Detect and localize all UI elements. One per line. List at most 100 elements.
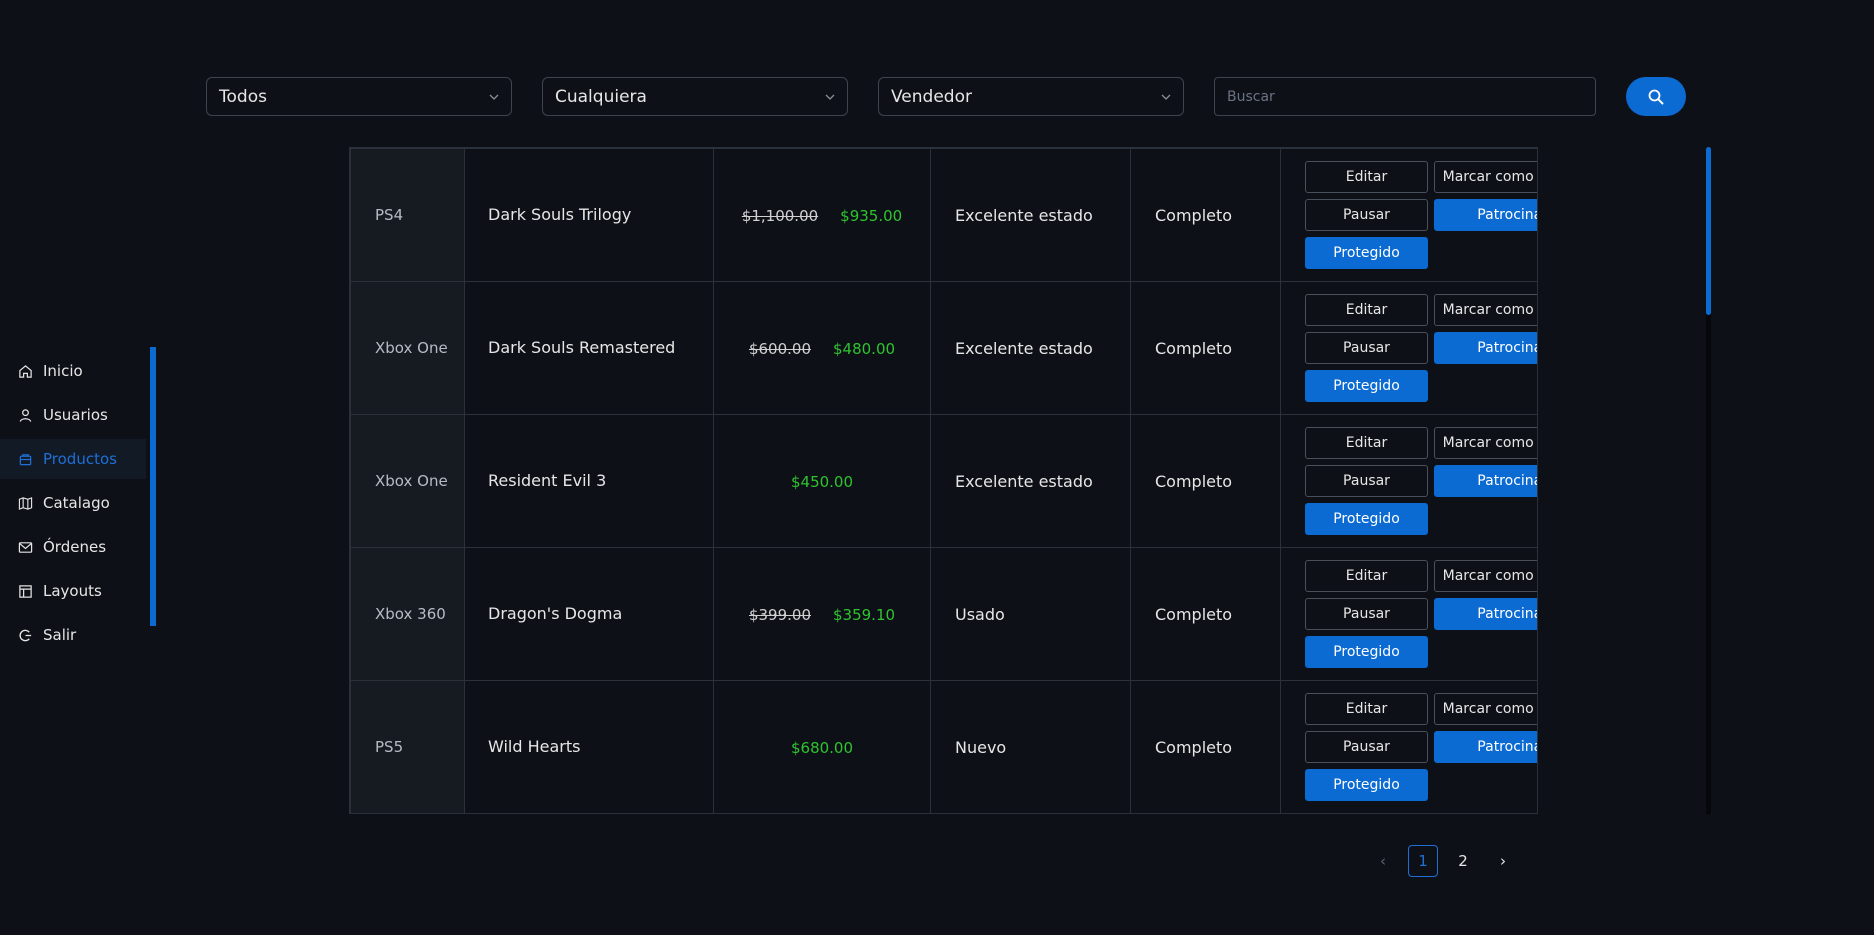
platform-cell: PS5: [350, 680, 465, 813]
platform-cell: Xbox One: [350, 281, 465, 415]
sidebar-item-layouts[interactable]: Layouts: [0, 571, 146, 611]
current-price: $450.00: [790, 472, 854, 491]
sidebar-item-label: Usuarios: [43, 406, 108, 424]
current-price: $480.00: [833, 339, 896, 358]
chevron-down-icon: [1161, 94, 1171, 100]
mark-sold-button[interactable]: Marcar como Vendido: [1434, 161, 1537, 193]
condition-cell: Excelente estado: [930, 281, 1131, 415]
title-cell: Dark Souls Remastered: [464, 281, 714, 415]
platform-select-value: Todos: [219, 86, 267, 107]
edit-button[interactable]: Editar: [1305, 560, 1428, 592]
platform-cell: PS4: [350, 148, 465, 282]
edit-button[interactable]: Editar: [1305, 427, 1428, 459]
title-cell: Dragon's Dogma: [464, 547, 714, 681]
original-price: $1,100.00: [741, 206, 819, 225]
sidebar-item-catalago[interactable]: Catalago: [0, 483, 146, 523]
layout-icon: [19, 584, 32, 598]
chevron-down-icon: [825, 94, 835, 100]
status-cell: Completo: [1130, 547, 1281, 681]
pagination-next[interactable]: ›: [1488, 845, 1518, 877]
title-cell: Dark Souls Trilogy: [464, 148, 714, 282]
status-cell: Completo: [1130, 148, 1281, 282]
protected-button[interactable]: Protegido: [1305, 237, 1428, 269]
table-row: Xbox One Dark Souls Remastered $600.00 $4…: [350, 281, 1537, 415]
status-cell: Completo: [1130, 281, 1281, 415]
status-cell: Completo: [1130, 414, 1281, 548]
edit-button[interactable]: Editar: [1305, 693, 1428, 725]
pagination-page-2[interactable]: 2: [1448, 845, 1478, 877]
sidebar-item-label: Productos: [43, 450, 117, 468]
mark-sold-button[interactable]: Marcar como Vendido: [1434, 427, 1537, 459]
table-row: Xbox One Resident Evil 3 $450.00 Excelen…: [350, 414, 1537, 548]
platform-select[interactable]: Todos: [206, 77, 512, 116]
actions-group: Editar Marcar como Vendido Pausar Patroc…: [1305, 294, 1537, 402]
table-row: Xbox 360 Dragon's Dogma $399.00 $359.10 U…: [350, 547, 1537, 681]
protected-button[interactable]: Protegido: [1305, 370, 1428, 402]
sidebar-item-label: Órdenes: [43, 538, 107, 556]
actions-group: Editar Marcar como Vendido Pausar Patroc…: [1305, 161, 1537, 269]
mark-sold-button[interactable]: Marcar como Vendido: [1434, 560, 1537, 592]
search-icon: [1648, 89, 1664, 104]
actions-cell: Editar Marcar como Vendido Pausar Patroc…: [1280, 680, 1537, 813]
price-cell: $450.00: [713, 414, 931, 548]
scrollbar-thumb[interactable]: [1706, 147, 1711, 315]
map-icon: [18, 496, 33, 510]
search-input[interactable]: [1214, 77, 1596, 116]
mark-sold-button[interactable]: Marcar como Vendido: [1434, 294, 1537, 326]
edit-button[interactable]: Editar: [1305, 161, 1428, 193]
sidebar-item-salir[interactable]: Salir: [0, 615, 146, 655]
pause-button[interactable]: Pausar: [1305, 731, 1428, 763]
price-cell: $1,100.00 $935.00: [713, 148, 931, 282]
box-icon: [19, 453, 32, 465]
pagination-prev[interactable]: ‹: [1368, 845, 1398, 877]
actions-group: Editar Marcar como Vendido Pausar Patroc…: [1305, 427, 1537, 535]
scrollbar[interactable]: [1706, 147, 1711, 815]
protected-button[interactable]: Protegido: [1305, 503, 1428, 535]
pause-button[interactable]: Pausar: [1305, 465, 1428, 497]
mark-sold-button[interactable]: Marcar como Vendido: [1434, 693, 1537, 725]
condition-select-value: Cualquiera: [555, 86, 647, 107]
price-cell: $600.00 $480.00: [713, 281, 931, 415]
mail-icon: [18, 541, 33, 553]
sidebar: Inicio Usuarios Productos Catalago Órden…: [0, 347, 157, 644]
condition-cell: Excelente estado: [930, 414, 1131, 548]
pause-button[interactable]: Pausar: [1305, 598, 1428, 630]
price-cell: $399.00 $359.10: [713, 547, 931, 681]
actions-cell: Editar Marcar como Vendido Pausar Patroc…: [1280, 148, 1537, 282]
pause-button[interactable]: Pausar: [1305, 332, 1428, 364]
search-button[interactable]: [1626, 77, 1686, 116]
protected-button[interactable]: Protegido: [1305, 636, 1428, 668]
logout-icon: [19, 629, 32, 641]
sponsored-button[interactable]: Patrocinado: [1434, 598, 1537, 630]
sidebar-accent-bar: [150, 347, 156, 626]
title-cell: Wild Hearts: [464, 680, 714, 813]
seller-select-value: Vendedor: [891, 86, 972, 107]
sidebar-item-inicio[interactable]: Inicio: [0, 351, 146, 391]
original-price: $399.00: [748, 605, 811, 624]
status-cell: Completo: [1130, 680, 1281, 813]
sidebar-item-ordenes[interactable]: Órdenes: [0, 527, 146, 567]
actions-cell: Editar Marcar como Vendido Pausar Patroc…: [1280, 281, 1537, 415]
current-price: $680.00: [790, 738, 854, 757]
sponsored-button[interactable]: Patrocinado: [1434, 731, 1537, 763]
sidebar-item-label: Salir: [43, 626, 77, 644]
platform-cell: Xbox One: [350, 414, 465, 548]
seller-select[interactable]: Vendedor: [878, 77, 1184, 116]
pagination-page-1[interactable]: 1: [1408, 845, 1438, 877]
table-row: PS4 Dark Souls Trilogy $1,100.00 $935.00 …: [350, 148, 1537, 282]
products-table: PS4 Dark Souls Trilogy $1,100.00 $935.00 …: [349, 147, 1538, 814]
actions-cell: Editar Marcar como Vendido Pausar Patroc…: [1280, 414, 1537, 548]
actions-group: Editar Marcar como Vendido Pausar Patroc…: [1305, 693, 1537, 801]
condition-select[interactable]: Cualquiera: [542, 77, 848, 116]
pause-button[interactable]: Pausar: [1305, 199, 1428, 231]
sponsored-button[interactable]: Patrocinado: [1434, 199, 1537, 231]
sidebar-item-label: Catalago: [43, 494, 110, 512]
sponsored-button[interactable]: Patrocinado: [1434, 465, 1537, 497]
sponsored-button[interactable]: Patrocinado: [1434, 332, 1537, 364]
edit-button[interactable]: Editar: [1305, 294, 1428, 326]
price-cell: $680.00: [713, 680, 931, 813]
sidebar-item-usuarios[interactable]: Usuarios: [0, 395, 146, 435]
sidebar-item-productos[interactable]: Productos: [0, 439, 146, 479]
protected-button[interactable]: Protegido: [1305, 769, 1428, 801]
sidebar-item-label: Layouts: [43, 582, 102, 600]
